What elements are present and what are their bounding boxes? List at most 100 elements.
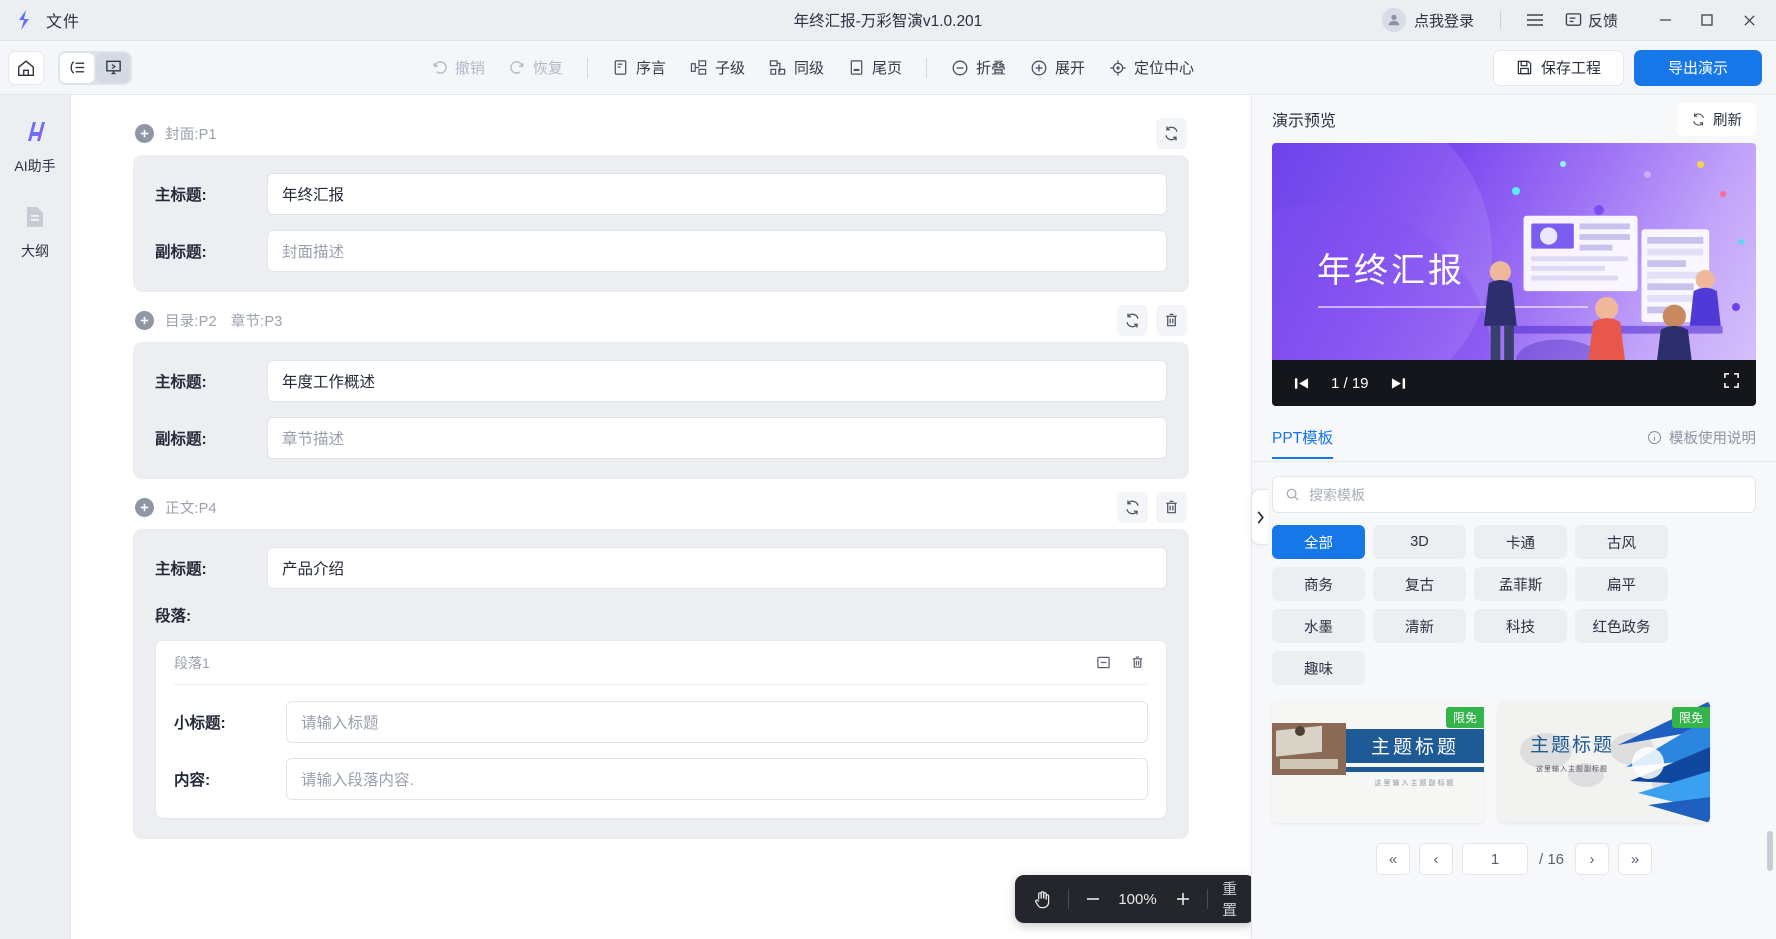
- sub-title-input[interactable]: 章节描述: [267, 417, 1167, 459]
- pager-last-button[interactable]: »: [1618, 843, 1653, 875]
- category-chip-cartoon[interactable]: 卡通: [1474, 525, 1567, 559]
- section-body: 正文:P4 主标题: 产品介绍 段落: 段落1 小标题: 请输入标题 内容: 请…: [133, 485, 1189, 839]
- main-title-input[interactable]: 年终汇报: [267, 173, 1167, 215]
- collapse-minus-icon[interactable]: [1092, 652, 1114, 674]
- category-chip-ink[interactable]: 水墨: [1272, 609, 1365, 643]
- rail-item-outline[interactable]: 大纲: [4, 202, 66, 261]
- category-chip-flat[interactable]: 扁平: [1575, 567, 1668, 601]
- rail-label-outline: 大纲: [21, 243, 49, 259]
- paragraph-content-input[interactable]: 请输入段落内容.: [286, 758, 1148, 800]
- collapse-label: 折叠: [976, 60, 1007, 77]
- slide-preview[interactable]: 年终汇报 1 / 19: [1272, 143, 1756, 406]
- refresh-icon[interactable]: [1117, 491, 1148, 523]
- undo-button[interactable]: 撤销: [419, 51, 497, 84]
- field-row: 主标题: 产品介绍: [155, 547, 1167, 589]
- feedback-label: 反馈: [1587, 12, 1618, 30]
- tail-page-button[interactable]: 尾页: [836, 51, 914, 84]
- zoom-out-button[interactable]: [1084, 890, 1102, 908]
- category-chip-tech[interactable]: 科技: [1474, 609, 1567, 643]
- template-card[interactable]: 限免 主题标题 这里输入主题副标题: [1498, 701, 1710, 823]
- save-project-label: 保存工程: [1540, 60, 1601, 77]
- zoom-in-button[interactable]: [1174, 890, 1192, 908]
- right-panel-scrollbar[interactable]: [1767, 831, 1773, 871]
- pager-next-button[interactable]: ›: [1575, 843, 1610, 875]
- refresh-icon[interactable]: [1117, 304, 1148, 336]
- same-level-button[interactable]: 同级: [757, 51, 836, 84]
- right-panel: 演示预览 刷新 年终汇报 1 / 19 PPT模板 模板使用说明 搜索模板 全部…: [1251, 95, 1776, 939]
- trash-icon[interactable]: [1156, 491, 1187, 523]
- section-title: 封面:P1: [165, 126, 217, 143]
- tab-ppt-template[interactable]: PPT模板: [1272, 426, 1334, 459]
- main-title-input[interactable]: 产品介绍: [267, 547, 1167, 589]
- section-title: 正文:P4: [165, 500, 217, 517]
- template-badge: 限免: [1671, 707, 1710, 728]
- add-section-icon[interactable]: [135, 123, 154, 143]
- section-header: 正文:P4: [133, 485, 1189, 529]
- category-chip-3d[interactable]: 3D: [1373, 525, 1466, 559]
- category-chip-all[interactable]: 全部: [1272, 525, 1365, 559]
- category-chip-fun[interactable]: 趣味: [1272, 651, 1365, 685]
- ai-assistant-icon: [20, 117, 50, 147]
- rail-item-ai-assistant[interactable]: AI助手: [4, 117, 66, 176]
- panel-collapse-handle[interactable]: [1251, 489, 1268, 545]
- feedback-button[interactable]: 反馈: [1555, 6, 1628, 35]
- slide-page-indicator: 1 / 19: [1331, 374, 1369, 392]
- locate-center-button[interactable]: 定位中心: [1097, 51, 1206, 84]
- template-card[interactable]: 限免 主题标题 这里输入主题副标题: [1272, 701, 1484, 823]
- login-button[interactable]: 点我登录: [1370, 4, 1486, 36]
- template-search[interactable]: [1272, 476, 1756, 513]
- trash-icon[interactable]: [1156, 304, 1187, 336]
- template-badge: 限免: [1445, 707, 1484, 728]
- hand-pan-icon[interactable]: [1032, 889, 1053, 910]
- main-title-input[interactable]: 年度工作概述: [267, 360, 1167, 402]
- category-chip-red-gov[interactable]: 红色政务: [1575, 609, 1668, 643]
- pager-first-button[interactable]: «: [1375, 843, 1410, 875]
- add-section-icon[interactable]: [135, 310, 154, 330]
- sub-title-input[interactable]: 封面描述: [267, 230, 1167, 272]
- preface-button[interactable]: 序言: [600, 51, 678, 84]
- category-chip-retro[interactable]: 复古: [1373, 567, 1466, 601]
- category-chip-fresh[interactable]: 清新: [1373, 609, 1466, 643]
- field-row: 副标题: 章节描述: [155, 417, 1167, 459]
- section-actions: [1117, 491, 1187, 523]
- pager-current-page[interactable]: 1: [1461, 843, 1528, 875]
- export-presentation-button[interactable]: 导出演示: [1633, 49, 1762, 86]
- pager-prev-button[interactable]: ‹: [1418, 843, 1453, 875]
- app-window: 文件 年终汇报-万彩智演v1.0.201 点我登录 反馈 撤销 恢复 序言 子级…: [0, 0, 1776, 939]
- field-label: 主标题:: [155, 561, 207, 578]
- category-chip-memphis[interactable]: 孟菲斯: [1474, 567, 1567, 601]
- svg-text:主题标题: 主题标题: [1530, 734, 1614, 756]
- collapse-button[interactable]: 折叠: [939, 51, 1018, 84]
- outline-list-icon[interactable]: [60, 52, 94, 83]
- category-chip-ancient[interactable]: 古风: [1575, 525, 1668, 559]
- trash-icon[interactable]: [1126, 652, 1148, 674]
- preview-refresh-button[interactable]: 刷新: [1677, 102, 1756, 136]
- skip-previous-icon[interactable]: [1288, 370, 1314, 396]
- expand-button[interactable]: 展开: [1018, 51, 1097, 84]
- maximize-icon[interactable]: [1686, 4, 1728, 36]
- template-help-button[interactable]: 模板使用说明: [1647, 427, 1756, 448]
- hamburger-menu-icon[interactable]: [1515, 5, 1555, 35]
- minimize-icon[interactable]: [1644, 4, 1686, 36]
- section-panel: 主标题: 年终汇报 副标题: 封面描述: [133, 155, 1189, 292]
- refresh-icon[interactable]: [1156, 117, 1187, 149]
- add-section-icon[interactable]: [135, 497, 154, 517]
- section-title: 目录:P2 章节:P3: [165, 310, 283, 331]
- skip-next-icon[interactable]: [1386, 370, 1412, 396]
- fullscreen-icon[interactable]: [1723, 372, 1740, 394]
- redo-button[interactable]: 恢复: [497, 51, 575, 84]
- template-help-label: 模板使用说明: [1669, 431, 1756, 447]
- editor-scroll[interactable]: 封面:P1 主标题: 年终汇报 副标题: 封面描述 目录:P2 章节:P3 主标…: [71, 95, 1251, 939]
- toolbar-divider-1: [586, 57, 588, 78]
- close-icon[interactable]: [1728, 4, 1770, 36]
- file-menu[interactable]: 文件: [46, 8, 80, 32]
- zoom-reset-button[interactable]: 重置: [1222, 878, 1238, 920]
- paragraph-subtitle-input[interactable]: 请输入标题: [286, 701, 1148, 743]
- save-project-button[interactable]: 保存工程: [1492, 49, 1624, 86]
- search-input[interactable]: [1309, 486, 1743, 503]
- child-level-button[interactable]: 子级: [678, 51, 757, 84]
- home-icon[interactable]: [8, 50, 44, 85]
- presentation-screen-icon[interactable]: [96, 52, 130, 83]
- titlebar-divider: [1499, 11, 1501, 29]
- category-chip-business[interactable]: 商务: [1272, 567, 1365, 601]
